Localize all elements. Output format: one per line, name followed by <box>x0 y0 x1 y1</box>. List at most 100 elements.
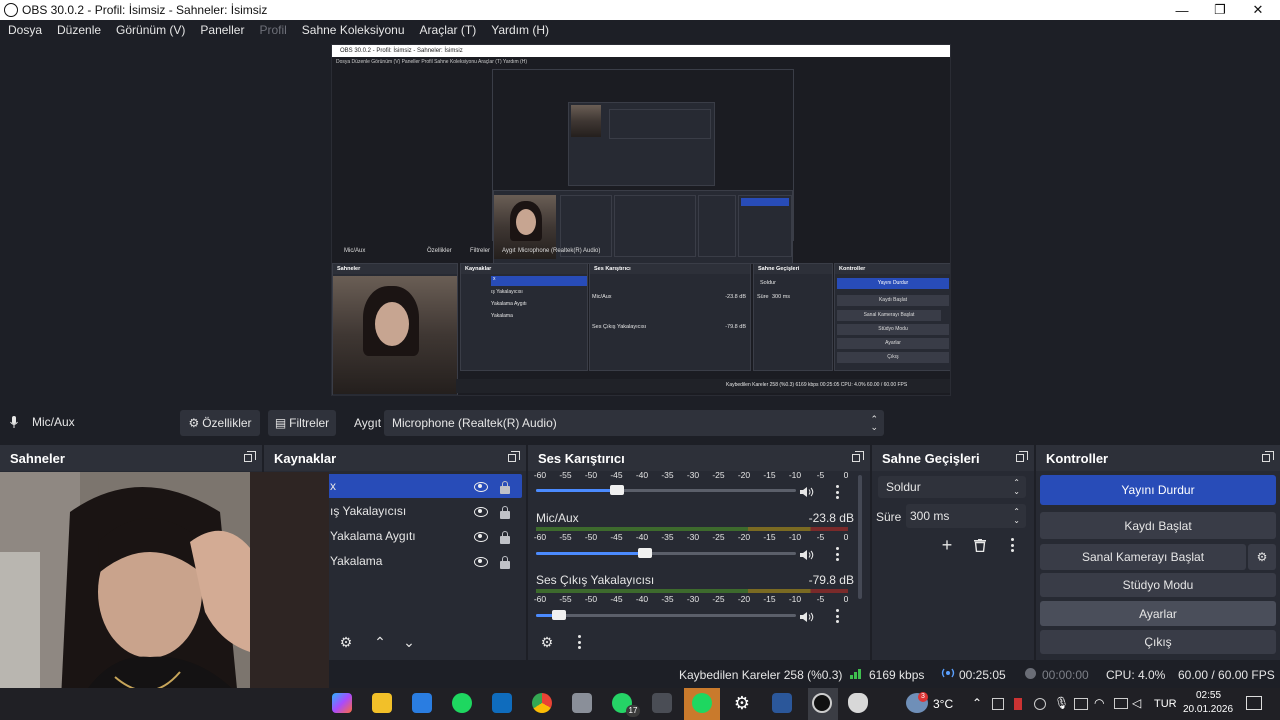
db-tick-label: -15 <box>763 532 776 542</box>
menu-edit[interactable]: Düzenle <box>57 23 101 37</box>
duration-spinbox[interactable]: 300 ms ⌃ ⌄ <box>906 504 1026 528</box>
menu-profile[interactable]: Profil <box>259 23 286 37</box>
preview-canvas[interactable]: OBS 30.0.2 - Profil: İsimsiz - Sahneler:… <box>331 44 951 396</box>
move-down-icon[interactable]: ⌄ <box>398 631 420 653</box>
gear-app-icon[interactable]: ⚙ <box>732 693 752 713</box>
file-explorer-icon[interactable] <box>372 693 392 713</box>
shield-app-icon[interactable] <box>848 693 868 713</box>
store-icon[interactable] <box>412 693 432 713</box>
transition-menu-icon[interactable] <box>1011 538 1015 552</box>
undock-icon[interactable] <box>852 451 864 463</box>
db-tick-label: -50 <box>584 470 598 480</box>
maximize-button[interactable]: ❐ <box>1200 0 1240 20</box>
menu-scene-collection[interactable]: Sahne Koleksiyonu <box>302 23 405 37</box>
stop-streaming-button[interactable]: Yayını Durdur <box>1040 475 1276 505</box>
studio-mode-button[interactable]: Stüdyo Modu <box>1040 573 1276 597</box>
visibility-eye-icon[interactable] <box>474 507 488 517</box>
volume-slider[interactable] <box>536 610 796 620</box>
source-item[interactable]: ış Yakalayıcısı <box>326 499 518 523</box>
properties-button[interactable]: ⚙ Özellikler <box>180 410 260 436</box>
db-tick-label: -40 <box>635 532 649 542</box>
source-properties-gear-icon[interactable]: ⚙ <box>335 631 357 653</box>
mixer-menu-icon[interactable] <box>578 635 582 649</box>
transition-select[interactable]: Soldur ⌃ ⌄ <box>878 476 1026 498</box>
menu-view[interactable]: Görünüm (V) <box>116 23 185 37</box>
speaker-icon[interactable] <box>800 548 814 560</box>
undock-icon[interactable] <box>244 451 256 463</box>
level-meter <box>536 589 848 593</box>
channel-menu-icon[interactable] <box>836 547 840 561</box>
menu-file[interactable]: Dosya <box>8 23 42 37</box>
add-transition-icon[interactable]: + <box>936 534 958 556</box>
obs-taskbar-icon[interactable] <box>812 693 832 713</box>
trash-icon[interactable] <box>969 534 991 556</box>
microphone-tray-icon[interactable]: 🎙 <box>1054 696 1069 710</box>
db-tick-label: -30 <box>686 532 700 542</box>
source-item[interactable]: Yakalama Aygıtı <box>326 524 518 548</box>
volume-slider[interactable] <box>536 485 796 495</box>
start-recording-button[interactable]: Kaydı Başlat <box>1040 512 1276 539</box>
visibility-eye-icon[interactable] <box>474 557 488 567</box>
clock-date[interactable]: 20.01.2026 <box>1183 704 1233 715</box>
wifi-icon[interactable]: ◠ <box>1094 696 1104 710</box>
tray-icon[interactable] <box>1074 698 1088 710</box>
start-virtual-camera-button[interactable]: Sanal Kamerayı Başlat <box>1040 544 1246 570</box>
minimize-button[interactable]: — <box>1162 0 1202 20</box>
lock-icon[interactable] <box>500 506 510 519</box>
webcam-image <box>0 472 329 720</box>
undock-icon[interactable] <box>508 451 520 463</box>
channel-menu-icon[interactable] <box>836 485 840 499</box>
windows-taskbar: 17 ⚙ 3 3°C ⌃ 🎙 ◠ ◁ TUR 02:55 20.01.2026 <box>0 688 1280 720</box>
word-icon[interactable] <box>772 693 792 713</box>
clock-time[interactable]: 02:55 <box>1196 690 1221 701</box>
db-tick-label: 0 <box>843 532 849 542</box>
tray-red-icon[interactable] <box>1014 698 1022 710</box>
language-indicator[interactable]: TUR <box>1154 698 1177 710</box>
outlook-icon[interactable] <box>492 693 512 713</box>
copilot-icon[interactable] <box>332 693 352 713</box>
close-button[interactable]: ✕ <box>1238 0 1278 20</box>
notifications-icon[interactable] <box>1246 696 1262 710</box>
db-tick-label: -5 <box>816 532 825 542</box>
undock-icon[interactable] <box>1016 451 1028 463</box>
tray-icon[interactable] <box>1034 698 1046 710</box>
battery-icon[interactable] <box>1114 698 1128 709</box>
speaker-icon[interactable] <box>800 485 814 497</box>
menu-help[interactable]: Yardım (H) <box>491 23 549 37</box>
device-select[interactable]: Microphone (Realtek(R) Audio) ⌃ ⌄ <box>384 410 884 436</box>
move-up-icon[interactable]: ⌃ <box>369 631 391 653</box>
preview-window-title: OBS 30.0.2 - Profil: İsimsiz - Sahneler:… <box>332 45 950 57</box>
mixer-scrollbar[interactable] <box>858 475 862 599</box>
source-item[interactable]: x <box>326 474 522 498</box>
spotify-active-icon[interactable] <box>692 693 712 713</box>
db-tick-label: -45 <box>610 470 623 480</box>
menu-tools[interactable]: Araçlar (T) <box>420 23 477 37</box>
visibility-eye-icon[interactable] <box>474 532 488 542</box>
mixer-settings-gear-icon[interactable]: ⚙ <box>536 631 558 653</box>
lock-icon[interactable] <box>500 481 510 494</box>
lock-icon[interactable] <box>500 531 510 544</box>
chevron-up-icon[interactable]: ⌃ <box>972 696 982 710</box>
menu-docks[interactable]: Paneller <box>200 23 244 37</box>
virtual-camera-settings-gear-icon[interactable]: ⚙ <box>1248 544 1276 570</box>
filters-button[interactable]: ▤ Filtreler <box>268 410 336 436</box>
channel-menu-icon[interactable] <box>836 609 840 623</box>
lock-icon[interactable] <box>500 556 510 569</box>
undock-icon[interactable] <box>1262 451 1274 463</box>
db-tick-label: -35 <box>661 532 674 542</box>
spotify-icon[interactable] <box>452 693 472 713</box>
calculator-icon[interactable] <box>652 693 672 713</box>
settings-button[interactable]: Ayarlar <box>1040 601 1276 626</box>
chrome-icon[interactable] <box>532 693 552 713</box>
visibility-eye-icon[interactable] <box>474 482 488 492</box>
tray-icon[interactable] <box>992 698 1004 710</box>
volume-slider[interactable] <box>536 548 796 558</box>
volume-tray-icon[interactable]: ◁ <box>1132 696 1141 710</box>
settings-app-icon[interactable] <box>572 693 592 713</box>
speaker-icon[interactable] <box>800 610 814 622</box>
source-item[interactable]: Yakalama <box>326 549 518 573</box>
obs-logo-icon <box>4 3 18 17</box>
db-tick-label: -60 <box>533 532 547 542</box>
duration-label: Süre <box>876 510 902 524</box>
exit-button[interactable]: Çıkış <box>1040 630 1276 654</box>
